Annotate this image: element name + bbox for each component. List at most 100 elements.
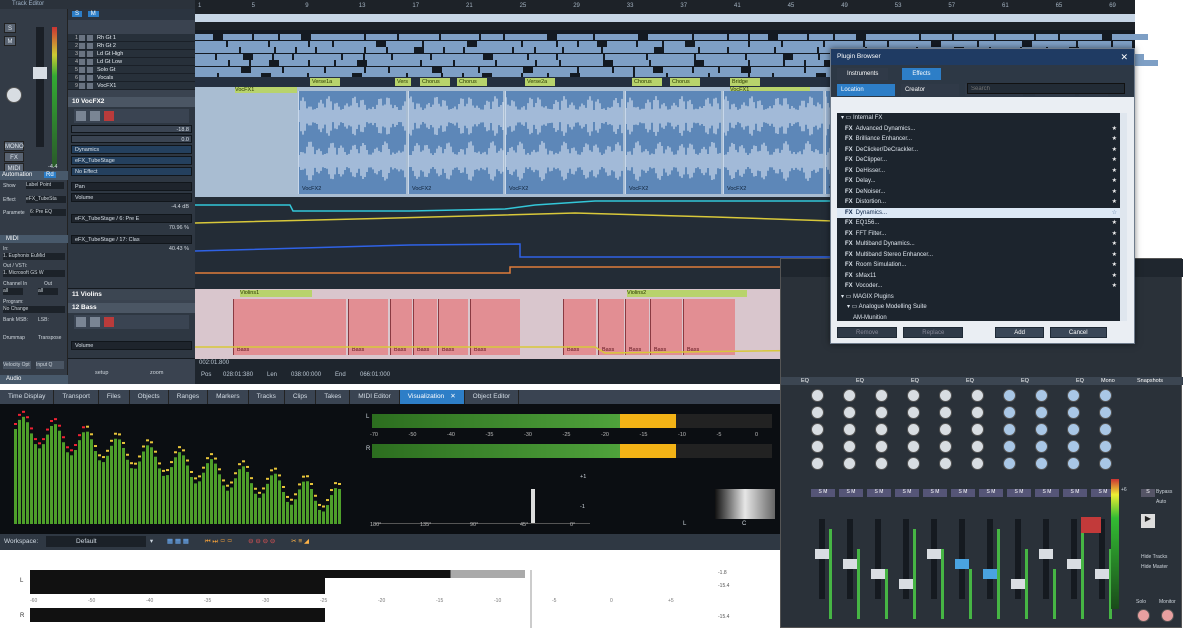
region-block[interactable] [276, 47, 295, 53]
fx-slot[interactable]: Dynamics [71, 145, 192, 154]
region-block[interactable] [310, 60, 334, 66]
eq-knob[interactable] [1035, 406, 1048, 419]
len-value[interactable]: 038:00:000 [291, 372, 321, 378]
track-row[interactable]: 4 Ld Gt Low [68, 58, 195, 66]
region-block[interactable] [889, 40, 931, 47]
channel-fader-handle[interactable] [927, 549, 941, 559]
tab-creator[interactable]: Creator [900, 84, 959, 96]
region-block[interactable] [480, 66, 523, 73]
pan-knob[interactable] [6, 87, 22, 103]
eq-knob[interactable] [1099, 423, 1112, 436]
eq-knob[interactable] [907, 389, 920, 402]
plugin-item[interactable]: FX Distortion... ★ [837, 197, 1127, 208]
eq-knob[interactable] [875, 457, 888, 470]
region-block[interactable] [195, 47, 239, 53]
channel-fader-handle[interactable] [871, 569, 885, 579]
audio-clip[interactable]: VocFX2 [298, 91, 406, 194]
audio-clip[interactable]: VocFX2 [408, 91, 504, 194]
region-block[interactable] [793, 53, 818, 60]
region-block[interactable] [366, 66, 388, 73]
solo-icon[interactable] [79, 34, 85, 41]
close-icon[interactable]: ✕ [1120, 49, 1128, 65]
region-block[interactable] [825, 40, 863, 47]
plugin-item[interactable]: FX FFT Filter... ★ [837, 229, 1127, 240]
region-block[interactable] [778, 34, 807, 40]
favorite-star-icon[interactable]: ★ [1112, 281, 1117, 292]
region-block[interactable] [806, 60, 824, 66]
region-block[interactable] [537, 60, 559, 66]
tab-object-editor[interactable]: Object Editor [465, 390, 520, 404]
region-block[interactable] [729, 34, 748, 40]
parameter-dropdown[interactable]: 6: Pre EQ [30, 209, 66, 216]
mute-icon[interactable] [87, 42, 93, 49]
region-block[interactable] [635, 66, 653, 73]
vol-slider[interactable]: -18.8 [71, 125, 192, 133]
region-block[interactable] [326, 66, 364, 73]
solo-button[interactable]: S [1141, 489, 1155, 497]
plugin-item[interactable]: FX DeClicker/DeCrackler... ★ [837, 145, 1127, 156]
channel-solo-mute[interactable]: S M [811, 489, 835, 497]
end-value[interactable]: 066:01:000 [360, 372, 390, 378]
program-dropdown[interactable]: No Change [3, 306, 65, 313]
channel-solo-mute[interactable]: S M [979, 489, 1003, 497]
monitor-knob[interactable] [1161, 609, 1174, 622]
marker-label[interactable]: Chorus [632, 78, 662, 86]
region-block[interactable] [297, 47, 315, 53]
region-block[interactable] [865, 40, 887, 47]
favorite-star-icon[interactable]: ★ [1112, 239, 1117, 250]
region-block[interactable] [558, 53, 603, 60]
folder-item-analogue[interactable]: ▾ ▭ Analogue Modelling Suite [837, 302, 1127, 313]
region-block[interactable] [696, 53, 745, 60]
mute-icon[interactable] [87, 50, 93, 57]
favorite-star-icon[interactable]: ★ [1112, 229, 1117, 240]
plugin-item[interactable]: FX Brilliance Enhancer... ★ [837, 134, 1127, 145]
region-block[interactable] [424, 47, 443, 53]
region-block[interactable] [343, 53, 363, 60]
region-block[interactable] [366, 47, 386, 53]
region-block[interactable] [579, 66, 612, 73]
input-quantize-button[interactable]: Input Q [36, 361, 64, 369]
eq-knob[interactable] [843, 440, 856, 453]
tab-instruments[interactable]: Instruments [837, 68, 889, 80]
tab-tracks[interactable]: Tracks [249, 390, 285, 404]
tab-files[interactable]: Files [99, 390, 130, 404]
eq-knob[interactable] [939, 406, 952, 419]
region-block[interactable] [613, 60, 649, 66]
eq-knob[interactable] [1067, 457, 1080, 470]
plugin-item[interactable]: FX sMax11 ★ [837, 271, 1127, 282]
channel-solo-mute[interactable]: S M [923, 489, 947, 497]
region-block[interactable] [536, 47, 562, 53]
region-block[interactable] [366, 34, 397, 40]
plugin-item[interactable]: FX Multiband Stereo Enhancer... ★ [837, 250, 1127, 261]
eq-knob[interactable] [939, 423, 952, 436]
audio-clip[interactable]: VocFX2 [723, 91, 823, 194]
region-block[interactable] [607, 40, 636, 47]
eq-knob[interactable] [1003, 457, 1016, 470]
tool-icons[interactable]: ✂ ≡ ◢ [291, 538, 309, 545]
channel-solo-mute[interactable]: S M [867, 489, 891, 497]
eq-knob[interactable] [811, 406, 824, 419]
region-block[interactable] [694, 34, 727, 40]
region-block[interactable] [979, 40, 1022, 47]
eq-knob[interactable] [1003, 423, 1016, 436]
timeline-ruler[interactable]: 1 5 9 13 17 21 25 29 33 37 41 45 49 53 57 61 65 69 [195, 0, 1135, 30]
region-block[interactable] [514, 47, 534, 53]
region-block[interactable] [393, 53, 430, 60]
eq-knob[interactable] [907, 440, 920, 453]
solo-icon[interactable] [79, 58, 85, 65]
region-block[interactable] [422, 60, 453, 66]
region-block[interactable] [481, 34, 503, 40]
eq-knob[interactable] [971, 389, 984, 402]
eq-knob[interactable] [907, 406, 920, 419]
eq-knob[interactable] [1035, 423, 1048, 436]
region-block[interactable] [783, 40, 823, 47]
record-icon[interactable] [104, 317, 114, 327]
region-block[interactable] [729, 47, 774, 53]
eq-knob[interactable] [971, 423, 984, 436]
region-block[interactable] [996, 34, 1034, 40]
plugin-item[interactable]: FX DeHisser... ★ [837, 166, 1127, 177]
region-block[interactable] [465, 47, 512, 53]
solo-icon[interactable] [79, 82, 85, 89]
region-block[interactable] [564, 47, 601, 53]
eq-knob[interactable] [1099, 406, 1112, 419]
